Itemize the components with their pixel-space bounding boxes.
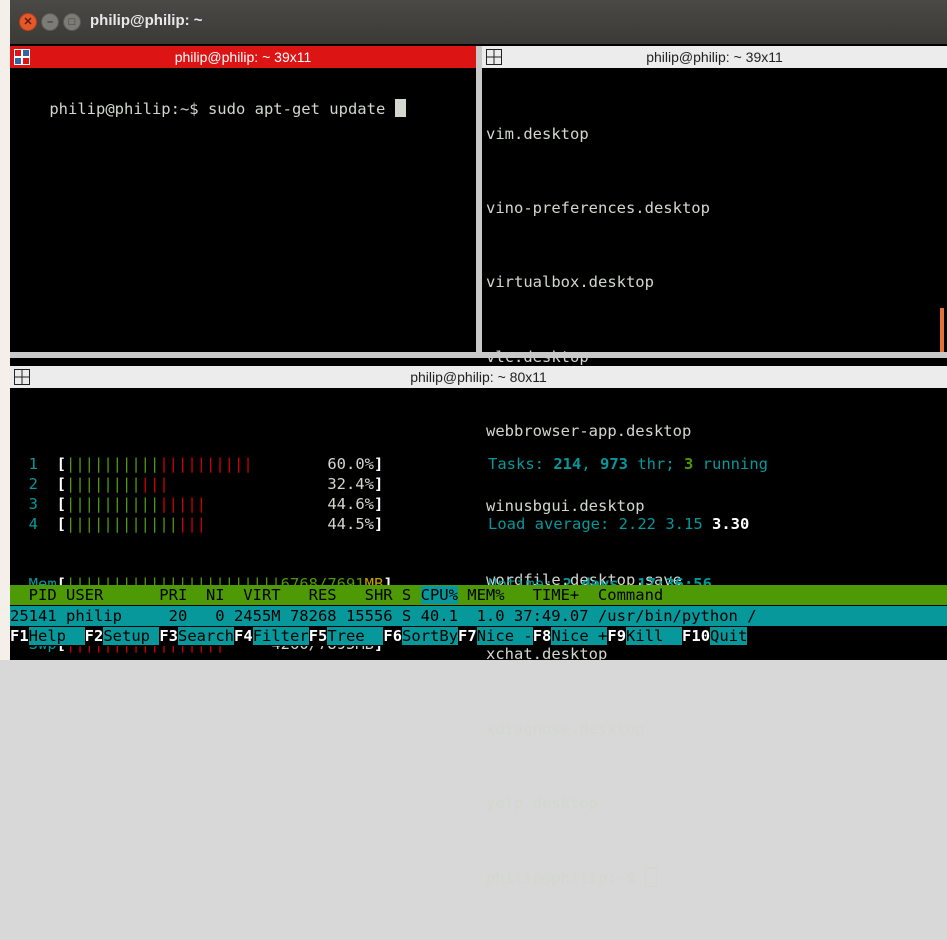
list-item: vim.desktop (486, 124, 589, 143)
fkey-label[interactable]: Setup (103, 627, 160, 645)
fkey-f1[interactable]: F1 (10, 627, 29, 645)
pane-splitter-horizontal[interactable] (10, 352, 947, 358)
command-line: philip@philip:~$ sudo apt-get update (49, 99, 395, 118)
fkey-f2[interactable]: F2 (84, 627, 104, 645)
tasks-line: Tasks: 214, 973 thr; 3 running (488, 455, 768, 473)
load-average-line: Load average: 2.22 3.15 3.30 (488, 515, 750, 533)
fkey-f7[interactable]: F7 (458, 627, 477, 645)
shell-prompt: philip@philip:~$ (486, 868, 645, 887)
minimize-icon: – (46, 16, 54, 28)
pane-title: philip@philip: ~ 39x11 (646, 49, 783, 65)
fkey-f9[interactable]: F9 (607, 627, 627, 645)
terminal-pane-top-left[interactable]: philip@philip:~$ sudo apt-get update (12, 72, 474, 352)
fkey-label[interactable]: Filter (252, 627, 309, 645)
sort-column-cpu: CPU% (420, 586, 458, 604)
fkey-label[interactable]: Help (28, 627, 85, 645)
terminal-window: ✕ – □ philip@philip: ~ philip@philip: ~ … (10, 0, 947, 887)
fkey-label[interactable]: Kill (626, 627, 683, 645)
pane-splitter-vertical[interactable] (476, 46, 482, 352)
terminator-icon (14, 369, 30, 385)
fkey-label[interactable]: Nice + (551, 627, 608, 645)
pane-title: philip@philip: ~ 80x11 (410, 369, 547, 385)
list-item: yelp.desktop (486, 794, 598, 813)
fkey-f6[interactable]: F6 (383, 627, 403, 645)
fkey-label[interactable]: SortBy (402, 627, 459, 645)
terminal-pane-top-right[interactable]: vim.desktop vino-preferences.desktop vir… (486, 72, 941, 887)
close-icon: ✕ (23, 16, 33, 28)
list-item: virtualbox.desktop (486, 273, 654, 292)
list-item: vino-preferences.desktop (486, 198, 710, 217)
text-cursor (394, 98, 406, 117)
text-cursor (644, 866, 657, 887)
terminator-icon (14, 49, 30, 65)
pane-header-bottom[interactable]: philip@philip: ~ 80x11 (10, 366, 947, 388)
scrollbar-thumb[interactable] (940, 308, 944, 352)
function-key-bar: F1Help F2Setup F3SearchF4FilterF5Tree F6… (10, 626, 947, 646)
pane-header-top-right[interactable]: philip@philip: ~ 39x11 (482, 46, 947, 68)
fkey-label[interactable]: Search (178, 627, 235, 645)
background-desktop-strip (0, 0, 10, 660)
pane-title: philip@philip: ~ 39x11 (174, 49, 312, 65)
fkey-label[interactable]: Tree (327, 627, 384, 645)
terminator-icon (486, 49, 502, 65)
table-row[interactable]: 25141 philip 20 0 2455M 78268 15556 S 40… (10, 606, 947, 626)
maximize-icon: □ (68, 16, 76, 28)
fkey-f8[interactable]: F8 (532, 627, 552, 645)
minimize-button[interactable]: – (41, 13, 59, 31)
pane-header-top-left[interactable]: philip@philip: ~ 39x11 (10, 46, 476, 68)
process-table-header[interactable]: PID USER PRI NI VIRT RES SHR S CPU% MEM%… (10, 585, 947, 605)
fkey-f3[interactable]: F3 (159, 627, 179, 645)
fkey-f4[interactable]: F4 (234, 627, 253, 645)
fkey-f10[interactable]: F10 (682, 627, 711, 645)
maximize-button[interactable]: □ (63, 13, 81, 31)
fkey-label[interactable]: Nice - (476, 627, 533, 645)
list-item: xdiagnose.desktop (486, 719, 645, 738)
title-bar: ✕ – □ philip@philip: ~ (10, 0, 947, 44)
fkey-label[interactable]: Quit (710, 627, 748, 645)
window-title: philip@philip: ~ (90, 12, 203, 29)
fkey-f5[interactable]: F5 (308, 627, 328, 645)
close-button[interactable]: ✕ (19, 13, 37, 31)
